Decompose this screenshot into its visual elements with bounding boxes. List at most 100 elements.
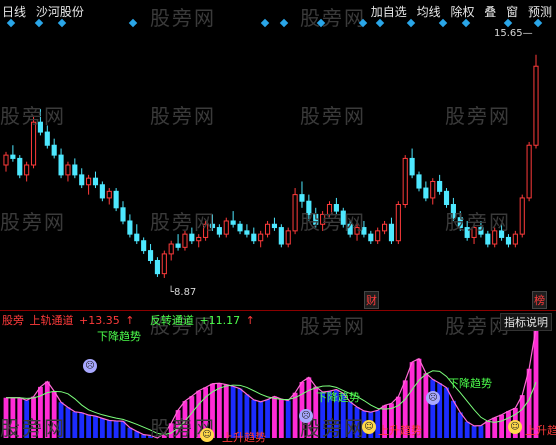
candle-body [430, 180, 436, 199]
candle-body [189, 233, 195, 242]
candle-body [99, 184, 105, 199]
candle-body [216, 227, 222, 235]
candle-body [271, 223, 278, 229]
sad-face-icon: ☹ [83, 359, 97, 373]
candle-body [313, 213, 319, 225]
event-marker-icon[interactable] [260, 18, 270, 28]
candle-body [44, 131, 50, 146]
candle-body [17, 157, 23, 176]
candle-body [203, 223, 209, 238]
candle-body [168, 243, 174, 255]
candle-body [326, 204, 333, 215]
candle-body [209, 223, 216, 229]
event-marker-icon[interactable] [358, 18, 368, 28]
candle-body [244, 230, 250, 235]
top-toolbar: 日线 沙河股份 加自选 均线 除权 叠 窗 预测 [0, 0, 556, 20]
candle-body [519, 197, 525, 235]
smile-face-icon: ☺ [362, 420, 376, 434]
candle-body [10, 154, 16, 159]
candle-body [361, 227, 367, 235]
window-button[interactable]: 窗 [506, 5, 518, 19]
candle-body [292, 194, 298, 232]
event-marker-icon[interactable] [406, 18, 416, 28]
candle-body [409, 157, 415, 176]
candle-body [106, 190, 112, 199]
moving-average-button[interactable]: 均线 [417, 5, 441, 19]
candle-body [278, 227, 284, 245]
indicator-header: 股旁 上轨通道 +13.35 ↑ 反转通道 +11.17 ↑ [2, 312, 257, 328]
candle-body [264, 223, 271, 235]
down-trend-label: 下降趋势 [97, 330, 141, 343]
candle-body [526, 144, 532, 199]
event-marker-icon[interactable] [461, 18, 471, 28]
event-marker-icon[interactable] [375, 18, 385, 28]
candle-body [86, 177, 92, 186]
candle-body [113, 190, 119, 209]
financial-report-badge[interactable]: 财 [364, 291, 379, 309]
candle-body [388, 223, 395, 242]
candle-body [141, 240, 147, 252]
candle-body [120, 207, 126, 222]
candle-body [30, 121, 37, 166]
candle-body [416, 174, 422, 189]
up-trend-label: 上升趋势 [378, 424, 422, 437]
candle-body [354, 227, 360, 235]
reversal-channel-value: +11.17 [199, 314, 241, 327]
candle-body [450, 204, 456, 219]
period-selector[interactable]: 日线 [2, 5, 26, 19]
candle-body [368, 233, 374, 242]
event-marker-icon[interactable] [438, 18, 448, 28]
event-marker-row [0, 18, 556, 30]
indicator-name: 股旁 [2, 314, 24, 327]
ranking-badge[interactable]: 榜 [532, 291, 547, 309]
indicator-explain-button[interactable]: 指标说明 [500, 313, 552, 331]
candle-body [223, 220, 229, 235]
event-marker-icon[interactable] [279, 18, 289, 28]
candle-body [3, 154, 9, 166]
candle-body [79, 174, 85, 186]
candle-body [464, 227, 470, 238]
candle-body [134, 233, 140, 242]
candle-body [196, 236, 202, 242]
candle-body [258, 233, 264, 242]
candle-body [58, 154, 64, 176]
smile-face-icon: ☺ [508, 420, 522, 434]
event-marker-icon[interactable] [316, 18, 326, 28]
smile-face-icon: ☺ [200, 428, 214, 442]
candle-body [499, 230, 505, 238]
forecast-button[interactable]: 预测 [528, 5, 552, 19]
candle-body [285, 230, 291, 245]
add-favorite-button[interactable]: 加自选 [371, 5, 407, 19]
candle-body [299, 194, 305, 202]
candle-body [347, 223, 353, 235]
panel-divider [0, 310, 556, 311]
candle-body [375, 230, 381, 242]
event-marker-icon[interactable] [34, 18, 44, 28]
candle-body [237, 223, 243, 232]
candle-body [182, 233, 188, 248]
reversal-channel-label: 反转通道 [149, 314, 194, 327]
sad-face-icon: ☹ [299, 409, 313, 423]
up-arrow-icon: ↑ [125, 314, 135, 327]
ex-rights-button[interactable]: 除权 [450, 5, 474, 19]
candle-body [471, 227, 477, 238]
candle-body [340, 210, 346, 225]
candle-body [72, 164, 78, 176]
candle-body [51, 144, 57, 156]
down-trend-label: 下降趋势 [316, 391, 360, 404]
event-marker-icon[interactable] [128, 18, 138, 28]
up-trend-label: 上升趋势 [525, 424, 556, 437]
up-arrow-icon: ↑ [245, 314, 255, 327]
candle-body [230, 220, 236, 225]
candle-body [505, 236, 512, 245]
overlay-button[interactable]: 叠 [484, 5, 496, 19]
event-marker-icon[interactable] [6, 18, 16, 28]
candle-body [512, 233, 518, 245]
event-marker-icon[interactable] [503, 18, 513, 28]
event-marker-icon[interactable] [533, 18, 543, 28]
event-marker-icon[interactable] [57, 18, 67, 28]
candle-body [127, 220, 133, 235]
candle-body [37, 121, 43, 133]
candle-body [423, 187, 429, 199]
candle-body [251, 233, 257, 242]
